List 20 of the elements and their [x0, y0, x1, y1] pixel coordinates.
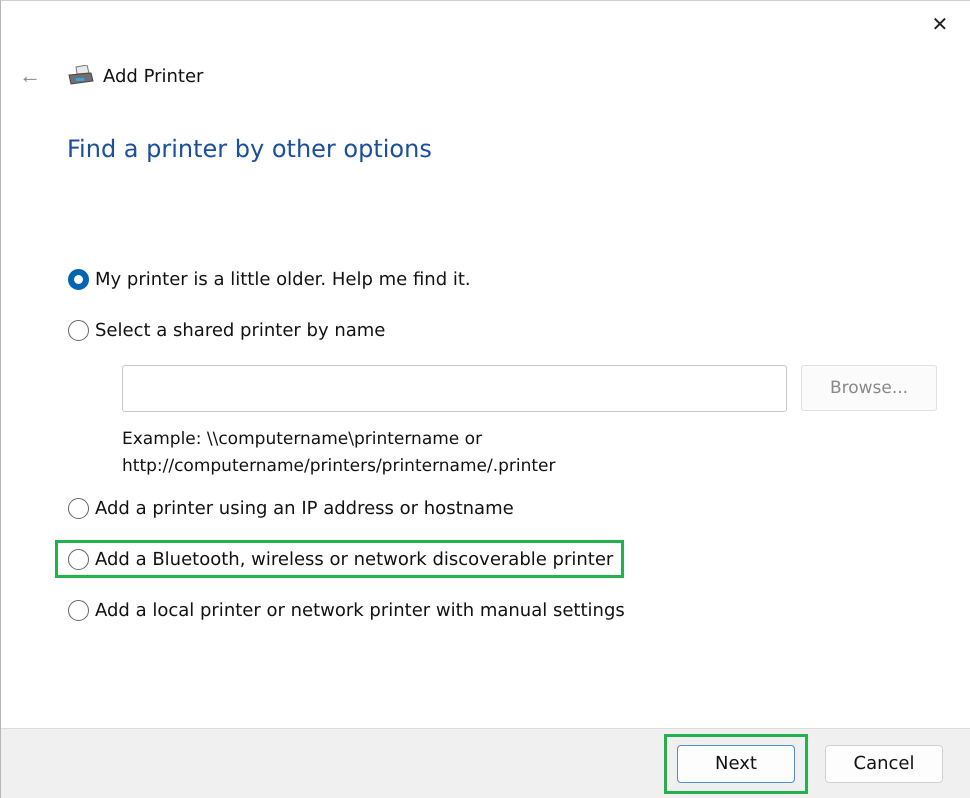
window-title: Add Printer [103, 66, 204, 86]
example-text: Example: \\computername\printername or [122, 428, 484, 451]
option-label[interactable]: Add a printer using an IP address or hostname [95, 498, 514, 518]
option-label[interactable]: Add a Bluetooth, wireless or network discoverable printer [95, 548, 614, 570]
option-label[interactable]: My printer is a little older. Help me find it. [95, 268, 471, 290]
radio-button[interactable] [68, 268, 89, 290]
next-button[interactable]: Next [677, 744, 795, 782]
radio-button[interactable] [68, 498, 89, 518]
printer-name-field[interactable] [122, 365, 787, 412]
example-text: http://computername/printers/printername/.printer [122, 455, 557, 478]
printer-icon [67, 65, 95, 87]
radio-button[interactable] [68, 600, 89, 620]
option-label[interactable]: Add a local printer or network printer with manual settings [95, 600, 625, 620]
cancel-button[interactable]: Cancel [825, 744, 943, 782]
radio-button[interactable] [68, 320, 89, 340]
radio-button[interactable] [68, 548, 89, 570]
page-heading: Find a printer by other options [67, 135, 433, 163]
close-button[interactable]: ✕ [910, 1, 970, 47]
option-label[interactable]: Select a shared printer by name [95, 320, 386, 340]
back-button[interactable]: ← [15, 63, 45, 89]
